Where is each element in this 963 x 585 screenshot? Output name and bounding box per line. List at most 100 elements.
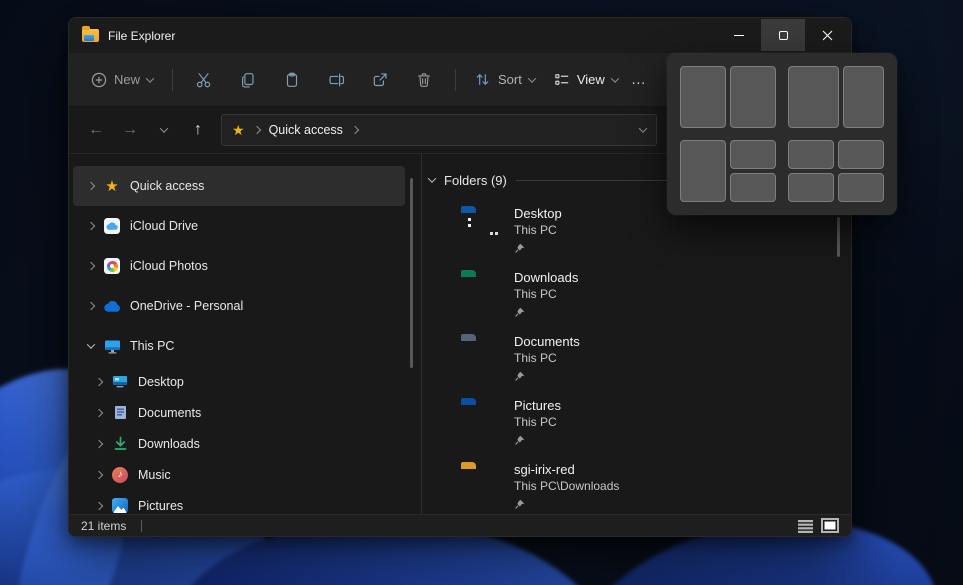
file-name: Pictures xyxy=(514,398,561,414)
pictures-icon xyxy=(112,498,128,513)
sidebar-item-label: Documents xyxy=(138,406,201,420)
snap-zone[interactable] xyxy=(838,140,884,169)
downloads-icon xyxy=(113,436,128,451)
file-item-sgi-irix-red[interactable]: sgi-irix-red This PC\Downloads xyxy=(429,456,851,514)
icloud-drive-icon xyxy=(104,218,120,234)
desktop-icon xyxy=(112,375,128,388)
snap-zone[interactable] xyxy=(843,66,884,128)
expand-chevron-icon[interactable] xyxy=(87,262,95,270)
sort-button-label: Sort xyxy=(498,72,522,87)
documents-icon xyxy=(114,405,127,420)
view-button-label: View xyxy=(577,72,605,87)
status-bar: 21 items xyxy=(69,514,851,536)
new-button[interactable]: New xyxy=(81,64,163,96)
items-count: 21 items xyxy=(81,519,126,533)
toolbar-divider xyxy=(172,69,173,91)
maximize-button[interactable] xyxy=(761,19,805,51)
pin-icon xyxy=(514,243,525,254)
sidebar-item-quick-access[interactable]: ★ Quick access xyxy=(73,166,405,206)
minimize-button[interactable] xyxy=(717,19,761,51)
recent-locations-button[interactable] xyxy=(147,114,181,146)
expand-chevron-icon[interactable] xyxy=(95,501,103,509)
sidebar-item-onedrive[interactable]: OneDrive - Personal xyxy=(73,286,405,326)
forward-button[interactable]: → xyxy=(113,114,147,146)
rename-icon xyxy=(327,71,345,89)
file-name: sgi-irix-red xyxy=(514,462,619,478)
sidebar-item-label: iCloud Photos xyxy=(130,259,208,273)
sidebar-item-icloud-drive[interactable]: iCloud Drive xyxy=(73,206,405,246)
collapse-chevron-icon[interactable] xyxy=(87,340,95,348)
share-button[interactable] xyxy=(358,61,402,99)
sidebar-item-downloads[interactable]: Downloads xyxy=(73,428,405,459)
sidebar-item-icloud-photos[interactable]: iCloud Photos xyxy=(73,246,405,286)
breadcrumb-location[interactable]: Quick access xyxy=(269,123,343,137)
snap-zone[interactable] xyxy=(730,66,776,128)
file-item-downloads[interactable]: Downloads This PC xyxy=(429,264,851,328)
sidebar-item-desktop[interactable]: Desktop xyxy=(73,366,405,397)
snap-layouts-flyout xyxy=(667,53,897,215)
copy-button[interactable] xyxy=(226,61,270,99)
sidebar-item-label: Pictures xyxy=(138,499,183,513)
up-button[interactable]: ↑ xyxy=(181,114,215,146)
group-collapse-chevron-icon[interactable] xyxy=(428,174,436,182)
sidebar-item-label: This PC xyxy=(130,339,174,353)
details-view-button[interactable] xyxy=(797,519,814,533)
file-location: This PC xyxy=(514,350,580,366)
rename-button[interactable] xyxy=(314,61,358,99)
copy-icon xyxy=(239,71,257,89)
sidebar-item-label: iCloud Drive xyxy=(130,219,198,233)
minimize-icon xyxy=(734,35,744,36)
file-name: Documents xyxy=(514,334,580,350)
close-button[interactable] xyxy=(805,19,849,51)
content-scrollbar[interactable] xyxy=(837,217,840,257)
snap-zone[interactable] xyxy=(788,66,839,128)
sidebar-item-music[interactable]: ♪ Music xyxy=(73,459,405,490)
file-list: Desktop This PC xyxy=(429,200,851,514)
chevron-down-icon xyxy=(146,74,154,82)
back-button[interactable]: ← xyxy=(79,114,113,146)
large-icons-view-button[interactable] xyxy=(821,518,839,533)
toolbar-divider xyxy=(455,69,456,91)
cut-button[interactable] xyxy=(182,61,226,99)
breadcrumb-separator-icon xyxy=(252,126,260,134)
sidebar-item-documents[interactable]: Documents xyxy=(73,397,405,428)
snap-zone[interactable] xyxy=(788,173,834,202)
pin-icon xyxy=(514,307,525,318)
close-icon xyxy=(822,30,833,41)
see-more-button[interactable]: … xyxy=(627,65,651,94)
snap-zone[interactable] xyxy=(788,140,834,169)
pin-icon xyxy=(514,371,525,382)
sidebar-item-label: Downloads xyxy=(138,437,200,451)
file-name: Downloads xyxy=(514,270,578,286)
expand-chevron-icon[interactable] xyxy=(95,377,103,385)
snap-zone[interactable] xyxy=(838,173,884,202)
expand-chevron-icon[interactable] xyxy=(87,222,95,230)
expand-chevron-icon[interactable] xyxy=(87,302,95,310)
sidebar-item-label: Desktop xyxy=(138,375,184,389)
delete-button[interactable] xyxy=(402,61,446,99)
snap-zone[interactable] xyxy=(730,140,776,169)
expand-chevron-icon[interactable] xyxy=(95,470,103,478)
file-item-documents[interactable]: Documents This PC xyxy=(429,328,851,392)
address-dropdown-icon[interactable] xyxy=(639,124,647,132)
snap-zone[interactable] xyxy=(730,173,776,202)
file-location: This PC xyxy=(514,414,561,430)
view-button[interactable]: View xyxy=(544,63,627,96)
chevron-down-icon xyxy=(160,124,168,132)
address-bar[interactable]: ★ Quick access xyxy=(221,114,657,146)
paste-button[interactable] xyxy=(270,61,314,99)
quick-access-star-icon: ★ xyxy=(232,123,245,137)
snap-layout-wide-left xyxy=(788,66,884,128)
sidebar-item-this-pc[interactable]: This PC xyxy=(73,326,405,366)
sidebar-item-pictures[interactable]: Pictures xyxy=(73,490,405,514)
title-bar[interactable]: File Explorer xyxy=(69,18,851,53)
snap-zone[interactable] xyxy=(680,140,726,202)
chevron-down-icon xyxy=(528,74,536,82)
sidebar-scrollbar[interactable] xyxy=(410,178,413,368)
expand-chevron-icon[interactable] xyxy=(87,182,95,190)
file-item-pictures[interactable]: Pictures This PC xyxy=(429,392,851,456)
snap-zone[interactable] xyxy=(680,66,726,128)
expand-chevron-icon[interactable] xyxy=(95,408,103,416)
sort-button[interactable]: Sort xyxy=(465,63,544,96)
expand-chevron-icon[interactable] xyxy=(95,439,103,447)
